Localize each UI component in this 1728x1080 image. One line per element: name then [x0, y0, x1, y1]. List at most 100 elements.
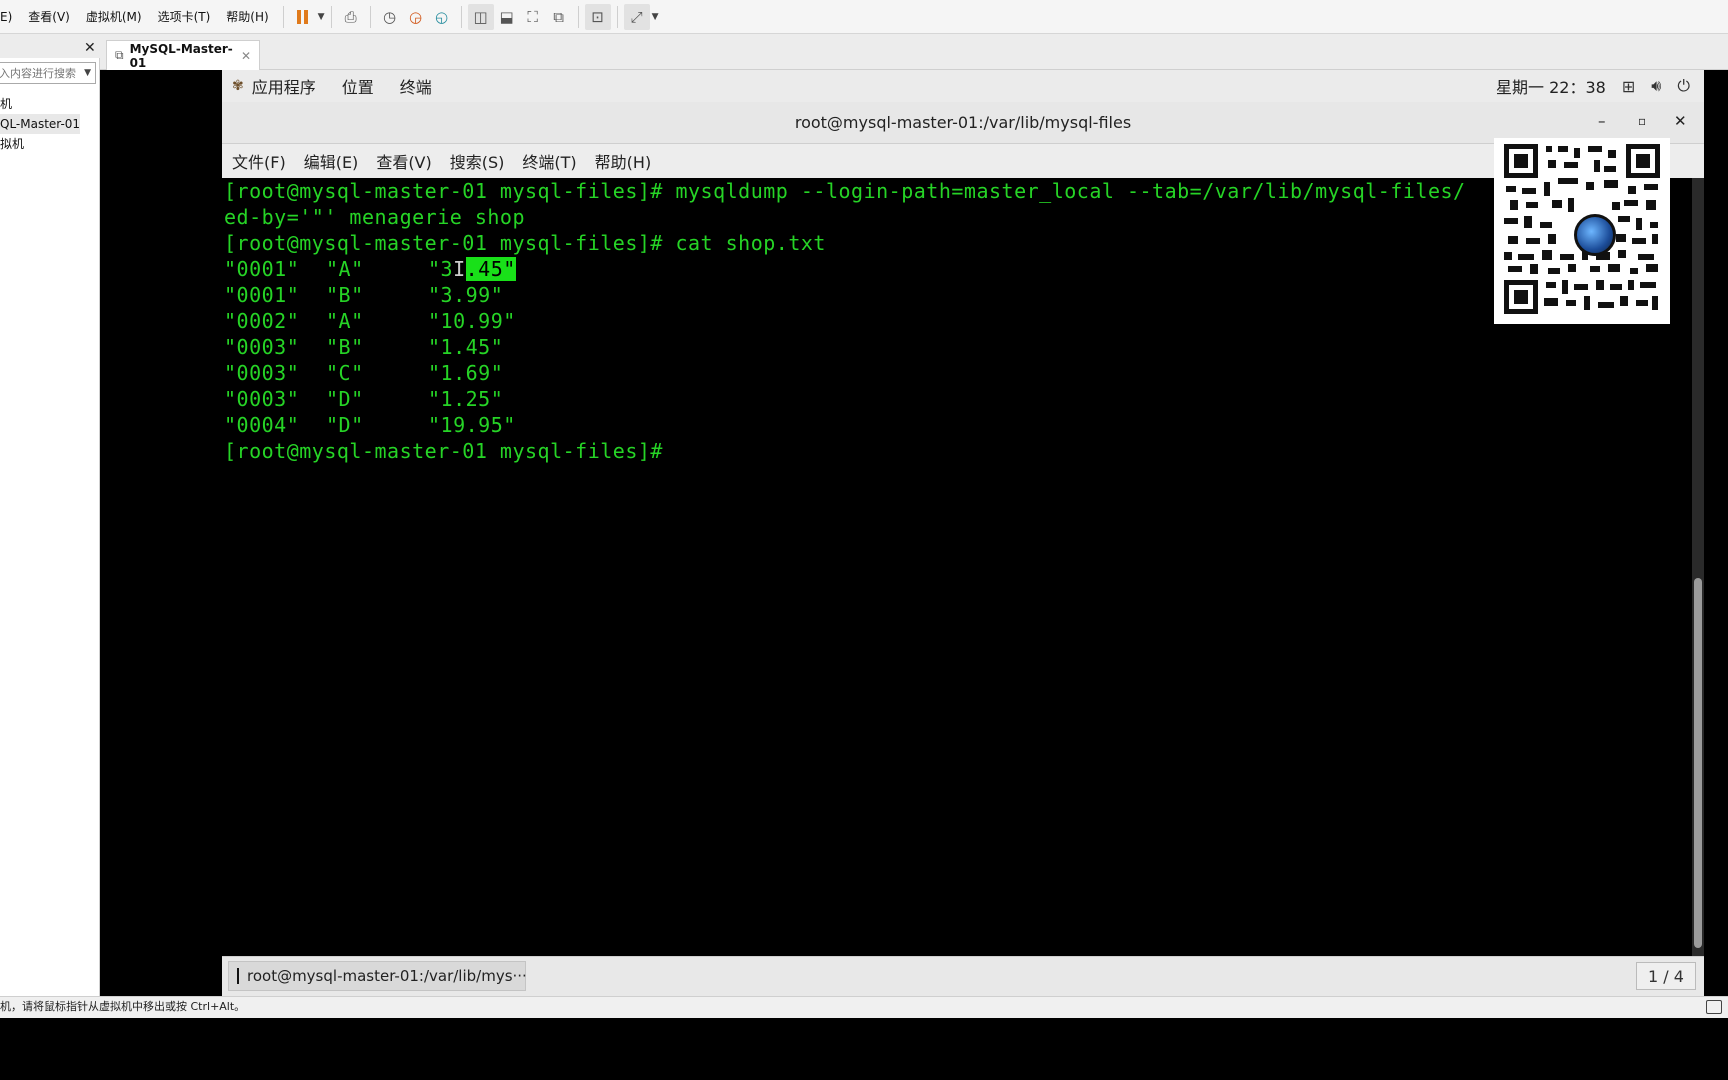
terminal-menu-view[interactable]: 查看(V) — [367, 149, 440, 173]
manager-clock-icon: ◵ — [435, 7, 449, 26]
device-icon[interactable] — [1706, 1000, 1722, 1014]
menu-help[interactable]: 帮助(H) — [218, 8, 276, 25]
clock-icon: ◷ — [383, 7, 397, 26]
cell-dealer: "A" — [326, 309, 364, 333]
stretch-button[interactable]: ⤢ — [623, 3, 650, 30]
menu-vm[interactable]: 虚拟机(M) — [78, 8, 150, 25]
terminal-data-row: "0002" "A" "10.99" — [224, 308, 624, 334]
terminal-menu-search[interactable]: 搜索(S) — [441, 149, 514, 173]
taskbar-item-label: root@mysql-master-01:/var/lib/mys··· — [247, 967, 527, 985]
cell-article: "0003" — [224, 387, 300, 411]
tab-mysql-master-01[interactable]: ⧉ MySQL-Master-01 ✕ — [106, 40, 260, 70]
terminal-data-row: "0003" "B" "1.45" — [224, 334, 624, 360]
terminal-line-command: [root@mysql-master-01 mysql-files]# cat … — [224, 231, 826, 255]
maximize-icon[interactable]: ▫ — [1638, 114, 1646, 128]
terminal-data-row: "0004" "D" "19.95" — [224, 412, 624, 438]
taskbar-item-terminal[interactable]: root@mysql-master-01:/var/lib/mys··· — [228, 961, 527, 991]
toolbar-separator — [369, 5, 371, 28]
tab-close-icon[interactable]: ✕ — [241, 49, 251, 63]
chevron-down-icon[interactable]: ▼ — [318, 12, 325, 22]
library-sidebar: ▼ 机 QL-Master-01 拟机 — [0, 58, 100, 996]
cell-price: "1.25" — [428, 387, 504, 411]
terminal-scrollbar[interactable] — [1692, 178, 1704, 956]
fullscreen-icon: ⛶ — [527, 7, 538, 26]
cell-dealer: "D" — [326, 413, 364, 437]
gnome-topbar: ✾ 应用程序 位置 终端 星期一 22：38 ⊞ 🔊︎ ⏻ — [222, 70, 1704, 102]
terminal-menubar: 文件(F) 编辑(E) 查看(V) 搜索(S) 终端(T) 帮助(H) — [222, 144, 1704, 178]
thumbnail-bar-button[interactable]: ⬓ — [494, 4, 520, 30]
selection-prefix: "3 — [428, 257, 454, 281]
tree-item-shared-vms[interactable]: 拟机 — [0, 134, 99, 154]
minimize-icon[interactable]: – — [1598, 112, 1606, 130]
thumbnail-icon: ⬓ — [499, 7, 514, 26]
window-title: root@mysql-master-01:/var/lib/mysql-file… — [794, 113, 1132, 132]
terminal-menu-edit[interactable]: 编辑(E) — [295, 149, 368, 173]
revert-snapshot-button[interactable]: ◶ — [403, 4, 429, 30]
sidebar-icon: ◫ — [473, 7, 488, 26]
vm-icon: ⧉ — [115, 48, 124, 62]
keyboard-icon: ⎙ — [344, 7, 357, 26]
workspace-indicator[interactable]: 1 / 4 — [1636, 962, 1696, 990]
clock[interactable]: 星期一 22：38 — [1496, 74, 1606, 98]
menu-view[interactable]: 查看(V) — [20, 8, 78, 25]
menu-terminal[interactable]: 终端 — [387, 74, 445, 98]
pause-button[interactable] — [290, 4, 316, 30]
menu-tabs[interactable]: 选项卡(T) — [150, 8, 219, 25]
terminal-titlebar[interactable]: root@mysql-master-01:/var/lib/mysql-file… — [222, 102, 1704, 144]
cell-article: "0002" — [224, 309, 300, 333]
close-icon[interactable]: ✕ — [84, 40, 96, 56]
menu-edit[interactable]: E) — [0, 10, 20, 24]
terminal-output[interactable]: [root@mysql-master-01 mysql-files]# mysq… — [222, 178, 1692, 956]
toolbar-separator — [577, 5, 579, 28]
terminal-icon — [237, 968, 239, 984]
snapshot-button[interactable]: ◷ — [377, 4, 403, 30]
pause-icon — [297, 9, 309, 24]
terminal-menu-file[interactable]: 文件(F) — [222, 149, 295, 173]
send-keys-button[interactable]: ⎙ — [338, 4, 364, 30]
cell-article: "0004" — [224, 413, 300, 437]
power-icon[interactable]: ⏻ — [1677, 76, 1690, 96]
menu-applications[interactable]: 应用程序 — [244, 74, 329, 98]
applications-icon: ✾ — [232, 78, 244, 94]
scrollbar-thumb[interactable] — [1694, 578, 1702, 948]
toolbar-separator — [460, 5, 462, 28]
network-icon[interactable]: ⊞ — [1622, 77, 1635, 96]
search-input[interactable] — [0, 66, 79, 80]
text-selection: .45" — [465, 257, 516, 281]
toolbar-separator — [330, 5, 332, 28]
cell-dealer: "B" — [326, 335, 364, 359]
terminal-line-command-cont: ed-by='"' menagerie shop — [224, 205, 525, 229]
menu-places[interactable]: 位置 — [329, 74, 387, 98]
terminal-data-row: "0003" "C" "1.69" — [224, 360, 624, 386]
host-statusbar: 机，请将鼠标指针从虚拟机中移出或按 Ctrl+Alt。 — [0, 996, 1728, 1018]
revert-clock-icon: ◶ — [409, 7, 423, 26]
status-message: 机，请将鼠标指针从虚拟机中移出或按 Ctrl+Alt。 — [0, 1000, 246, 1013]
tab-label: MySQL-Master-01 — [129, 41, 233, 70]
gnome-taskbar: root@mysql-master-01:/var/lib/mys··· 1 /… — [222, 956, 1704, 996]
toolbar-separator — [616, 5, 618, 28]
terminal-data-row: "0003" "D" "1.25" — [224, 386, 624, 412]
tree-item-my-computer[interactable]: 机 — [0, 94, 99, 114]
library-tree: 机 QL-Master-01 拟机 — [0, 94, 99, 154]
tree-item-mysql-master-01[interactable]: QL-Master-01 — [0, 114, 80, 134]
terminal-line-prompt: [root@mysql-master-01 mysql-files]# — [224, 439, 663, 463]
text-cursor-icon: I — [453, 257, 466, 281]
volume-icon[interactable]: 🔊︎ — [1651, 76, 1661, 96]
cell-price-selected: "3I.45" — [428, 256, 516, 282]
library-search[interactable]: ▼ — [0, 62, 96, 84]
globe-icon — [1574, 214, 1616, 256]
chevron-down-icon[interactable]: ▼ — [652, 12, 659, 22]
close-icon[interactable]: ✕ — [1674, 112, 1687, 130]
cell-article: "0001" — [224, 283, 300, 307]
console-view-button[interactable]: ⊡ — [584, 3, 611, 30]
chevron-down-icon[interactable]: ▼ — [84, 68, 91, 78]
snapshot-manager-button[interactable]: ◵ — [429, 4, 455, 30]
unity-button[interactable]: ⧉ — [546, 4, 572, 30]
fullscreen-button[interactable]: ⛶ — [520, 4, 546, 30]
qr-code-watermark — [1494, 138, 1670, 324]
terminal-menu-terminal[interactable]: 终端(T) — [513, 149, 585, 173]
terminal-menu-help[interactable]: 帮助(H) — [586, 149, 661, 173]
unity-icon: ⧉ — [553, 7, 564, 26]
cell-dealer: "C" — [326, 361, 364, 385]
sidebar-toggle-button[interactable]: ◫ — [467, 3, 494, 30]
